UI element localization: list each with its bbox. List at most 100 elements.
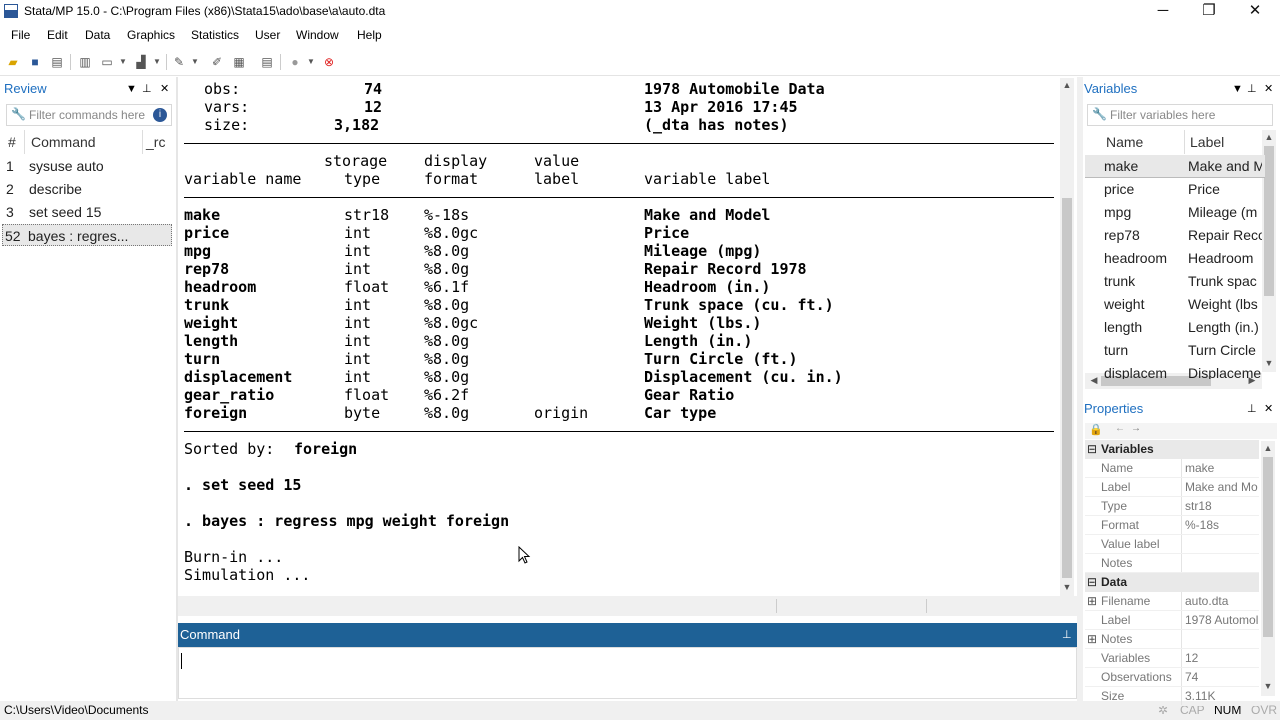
expand-icon[interactable]: ⊞ xyxy=(1087,630,1097,648)
variables-filter-input[interactable] xyxy=(1110,107,1250,123)
property-row[interactable]: Value label xyxy=(1085,535,1259,554)
more-dropdown-icon[interactable]: ▼ xyxy=(302,53,320,71)
review-row[interactable]: 3 set seed 15 xyxy=(2,201,172,223)
col-header-format: format xyxy=(424,170,479,188)
variable-row[interactable]: mpg Mileage (m xyxy=(1085,201,1265,224)
save-icon[interactable]: ■ xyxy=(26,53,44,71)
variable-row[interactable]: length Length (in.) xyxy=(1085,316,1265,339)
variables-close-icon[interactable]: ✕ xyxy=(1264,77,1273,101)
property-row[interactable]: Notes xyxy=(1085,554,1259,573)
property-group-data[interactable]: ⊟ Data xyxy=(1085,573,1259,592)
variable-row[interactable]: trunk Trunk spac xyxy=(1085,270,1265,293)
review-filter-icon[interactable]: ▼ xyxy=(126,77,137,101)
property-group-variables[interactable]: ⊟ Variables xyxy=(1085,440,1259,459)
properties-vscrollbar[interactable]: ▲ ▼ xyxy=(1261,441,1275,696)
property-row[interactable]: Type str18 xyxy=(1085,497,1259,516)
properties-close-icon[interactable]: ✕ xyxy=(1264,397,1273,421)
break-icon[interactable]: ⊗ xyxy=(320,53,338,71)
variables-pin-icon[interactable]: ⊥ xyxy=(1247,77,1257,101)
review-row[interactable]: 1 sysuse auto xyxy=(2,155,172,177)
variable-row-selected[interactable]: make Make and M xyxy=(1085,155,1265,178)
review-row-selected[interactable]: 52 bayes : regres... xyxy=(2,224,172,246)
review-pin-icon[interactable]: ⊥ xyxy=(142,77,152,101)
property-row[interactable]: Format %-18s xyxy=(1085,516,1259,535)
property-row[interactable]: Variables 12 xyxy=(1085,649,1259,668)
command-pin-icon[interactable]: ⊥ xyxy=(1062,623,1072,647)
review-col-num[interactable]: # xyxy=(8,134,16,150)
scroll-up-icon[interactable]: ▲ xyxy=(1060,80,1074,90)
scroll-thumb[interactable] xyxy=(1062,198,1072,578)
scroll-down-icon[interactable]: ▼ xyxy=(1261,681,1275,691)
restore-button[interactable]: ❐ xyxy=(1186,0,1232,24)
graph-dropdown-icon[interactable]: ▼ xyxy=(148,53,166,71)
var-name: displacement xyxy=(184,368,293,386)
variables-manager-icon[interactable]: ▤ xyxy=(258,53,276,71)
open-icon[interactable]: ▰ xyxy=(4,53,22,71)
print-icon[interactable]: ▤ xyxy=(48,53,66,71)
do-file-dropdown-icon[interactable]: ▼ xyxy=(186,53,204,71)
results-hscrollbar[interactable] xyxy=(178,596,1077,616)
command-echo-bayes: . bayes : regress mpg weight foreign xyxy=(184,512,510,530)
var-format: %6.2f xyxy=(424,386,470,404)
review-row[interactable]: 2 describe xyxy=(2,178,172,200)
property-row[interactable]: Label Make and Mo xyxy=(1085,478,1259,497)
variable-label: Repair Reco xyxy=(1188,227,1262,243)
menu-window[interactable]: Window xyxy=(296,28,339,42)
var-name: price xyxy=(184,224,230,242)
property-key: Variables xyxy=(1101,651,1151,665)
review-col-command[interactable]: Command xyxy=(31,134,96,150)
menu-help[interactable]: Help xyxy=(357,28,382,42)
variable-row[interactable]: displacem Displaceme xyxy=(1085,362,1265,379)
variable-label: Trunk spac xyxy=(1188,273,1257,289)
collapse-icon[interactable]: ⊟ xyxy=(1087,573,1097,592)
review-filter-input[interactable] xyxy=(29,107,149,123)
variable-label: Turn Circle xyxy=(1188,342,1256,358)
properties-pin-icon[interactable]: ⊥ xyxy=(1247,397,1257,421)
review-close-icon[interactable]: ✕ xyxy=(160,77,169,101)
var-label: Trunk space (cu. ft.) xyxy=(644,296,834,314)
data-editor-icon[interactable]: ✐ xyxy=(208,53,226,71)
variables-col-label[interactable]: Label xyxy=(1190,134,1224,150)
variable-row[interactable]: rep78 Repair Reco xyxy=(1085,224,1265,247)
menu-graphics[interactable]: Graphics xyxy=(127,28,175,42)
scroll-thumb[interactable] xyxy=(1264,146,1274,296)
viewer-dropdown-icon[interactable]: ▼ xyxy=(114,53,132,71)
results-vscrollbar[interactable]: ▲ ▼ xyxy=(1060,78,1074,596)
log-icon[interactable]: ▥ xyxy=(76,53,94,71)
variable-row[interactable]: price Price xyxy=(1085,178,1265,201)
menu-file[interactable]: File xyxy=(11,28,30,42)
scroll-thumb[interactable] xyxy=(1263,457,1273,637)
variable-row[interactable]: headroom Headroom xyxy=(1085,247,1265,270)
data-browser-icon[interactable]: ▦ xyxy=(230,53,248,71)
property-row[interactable]: ⊞ Filename auto.dta xyxy=(1085,592,1259,611)
menu-user[interactable]: User xyxy=(255,28,280,42)
lock-icon[interactable]: 🔒 xyxy=(1089,423,1103,436)
var-format: %8.0g xyxy=(424,404,470,422)
command-input[interactable] xyxy=(181,652,1061,672)
property-row[interactable]: ⊞ Notes xyxy=(1085,630,1259,649)
info-icon[interactable]: i xyxy=(153,108,167,122)
property-row[interactable]: Observations 74 xyxy=(1085,668,1259,687)
menu-statistics[interactable]: Statistics xyxy=(191,28,239,42)
property-row[interactable]: Name make xyxy=(1085,459,1259,478)
review-col-rc[interactable]: _rc xyxy=(146,134,165,150)
review-row-command: bayes : regres... xyxy=(28,228,129,244)
menu-edit[interactable]: Edit xyxy=(47,28,68,42)
close-button[interactable]: ✕ xyxy=(1232,0,1278,24)
menu-data[interactable]: Data xyxy=(85,28,110,42)
scroll-down-icon[interactable]: ▼ xyxy=(1060,582,1074,592)
back-icon[interactable]: ← xyxy=(1115,423,1125,434)
variables-filter-icon[interactable]: ▼ xyxy=(1232,77,1243,101)
variable-row[interactable]: weight Weight (lbs xyxy=(1085,293,1265,316)
forward-icon[interactable]: → xyxy=(1131,423,1141,434)
variables-col-name[interactable]: Name xyxy=(1106,134,1143,150)
property-row[interactable]: Label 1978 Automol xyxy=(1085,611,1259,630)
collapse-icon[interactable]: ⊟ xyxy=(1087,440,1097,459)
variable-row[interactable]: turn Turn Circle xyxy=(1085,339,1265,362)
var-type: int xyxy=(344,368,372,386)
expand-icon[interactable]: ⊞ xyxy=(1087,592,1097,610)
scroll-up-icon[interactable]: ▲ xyxy=(1261,443,1275,453)
scroll-up-icon[interactable]: ▲ xyxy=(1262,132,1276,142)
minimize-button[interactable]: ─ xyxy=(1140,0,1186,24)
property-row[interactable]: Size 3.11K xyxy=(1085,687,1259,706)
